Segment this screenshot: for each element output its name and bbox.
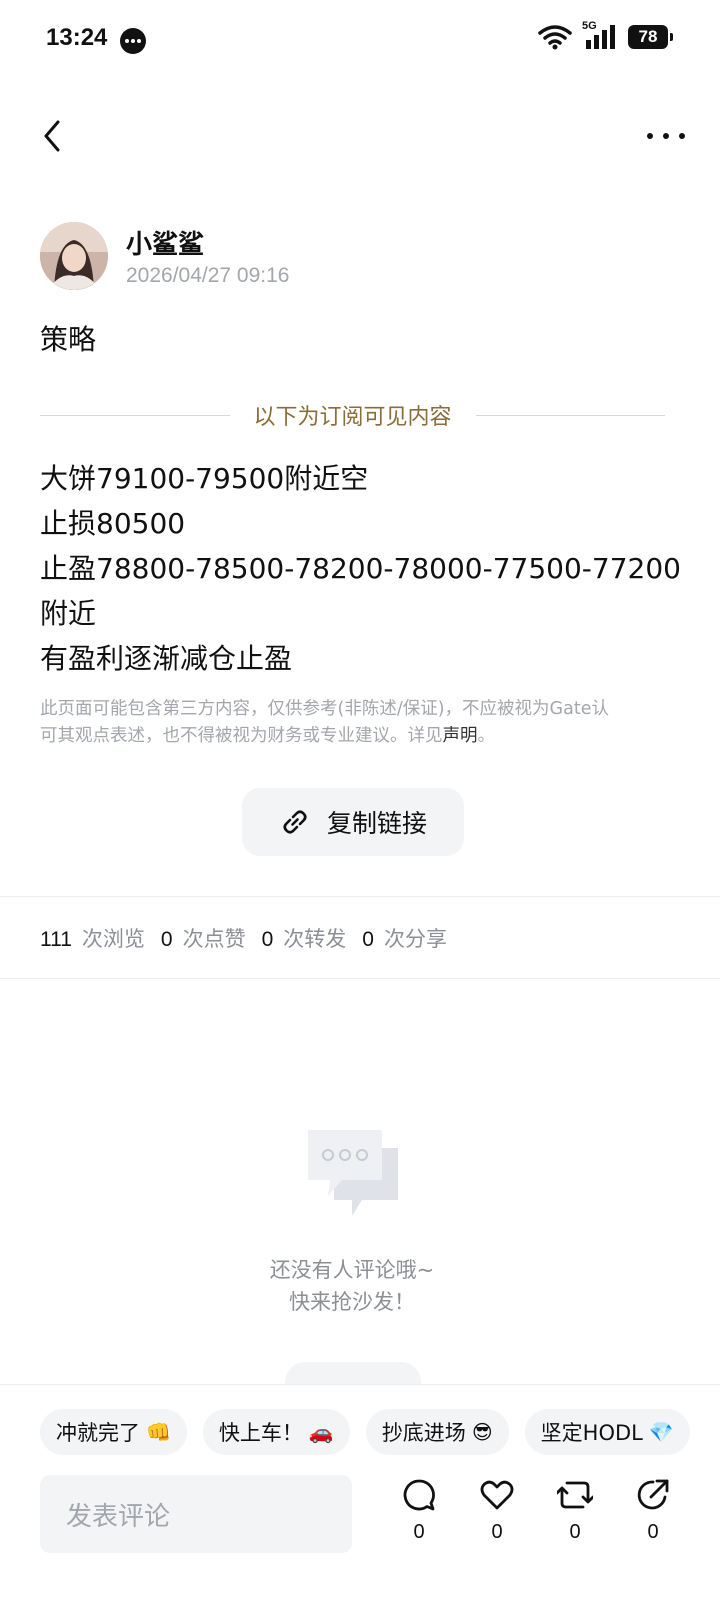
content-line: 大饼79100-79500附近空 bbox=[40, 462, 369, 495]
more-dots-icon bbox=[647, 133, 685, 139]
subscription-divider-label: 以下为订阅可见内容 bbox=[253, 405, 452, 430]
message-icon bbox=[120, 28, 146, 54]
share-button[interactable]: 0 bbox=[614, 1477, 692, 1544]
diamond-icon: 💎 bbox=[648, 1420, 674, 1444]
chip-label: 抄底进场 bbox=[381, 1421, 466, 1445]
content-line: 止盈78800-78500-78200-78000-77500-77200 bbox=[40, 552, 681, 585]
disclaimer-end: 。 bbox=[477, 726, 496, 746]
car-icon: 🚗 bbox=[308, 1420, 334, 1444]
divider-line-left bbox=[40, 414, 230, 416]
top-nav bbox=[0, 100, 720, 172]
stat-label: 次点赞 bbox=[182, 927, 246, 951]
comment-panel: 冲就完了 👊 快上车！ 🚗 抄底进场 😎 坚定HODL 💎 发表评论 0 0 0… bbox=[0, 1384, 720, 1604]
quick-reply-chip[interactable]: 冲就完了 👊 bbox=[40, 1409, 187, 1455]
avatar[interactable] bbox=[40, 222, 108, 290]
repost-count: 0 bbox=[569, 1521, 581, 1543]
chevron-left-icon bbox=[44, 120, 60, 152]
empty-comments-text: 快来抢沙发！ bbox=[289, 1290, 415, 1314]
status-indicators: 5G 78 bbox=[538, 20, 673, 50]
quick-reply-chip[interactable]: 坚定HODL 💎 bbox=[524, 1409, 690, 1455]
sunglasses-icon: 😎 bbox=[471, 1420, 493, 1444]
fist-icon: 👊 bbox=[146, 1420, 171, 1444]
like-button[interactable]: 0 bbox=[458, 1477, 536, 1544]
empty-comments-text: 还没有人评论哦~ bbox=[269, 1258, 435, 1282]
wifi-icon bbox=[538, 25, 572, 50]
battery-icon: 78 bbox=[628, 25, 673, 49]
post-actions: 0 0 0 0 bbox=[380, 1477, 692, 1544]
chip-label: 快上车！ bbox=[218, 1421, 303, 1445]
disclaimer-line: 此页面可能包含第三方内容，仅供参考(非陈述/保证)，不应被视为Gate认 bbox=[40, 699, 609, 719]
link-icon bbox=[283, 810, 307, 834]
stat-count: 111 bbox=[40, 928, 72, 951]
stat-count: 0 bbox=[160, 928, 173, 951]
content-line: 有盈利逐渐减仓止盈 bbox=[40, 642, 293, 675]
comment-icon bbox=[403, 1479, 435, 1511]
repost-button[interactable]: 0 bbox=[536, 1477, 614, 1544]
stat-label: 次分享 bbox=[383, 927, 447, 951]
stat-label: 次浏览 bbox=[81, 927, 145, 951]
share-icon bbox=[637, 1479, 669, 1510]
comment-bubble-icon bbox=[308, 1130, 398, 1216]
content-line: 附近 bbox=[40, 597, 97, 630]
stat-label: 次转发 bbox=[283, 927, 347, 951]
author-name[interactable]: 小鲨鲨 bbox=[126, 224, 204, 261]
signal-icon: 5G bbox=[582, 20, 618, 50]
divider bbox=[0, 896, 720, 897]
stat-likes: 0 次点赞 bbox=[161, 923, 246, 953]
post-stats: 111 次浏览 0 次点赞 0 次转发 0 次分享 bbox=[40, 922, 463, 954]
back-button[interactable] bbox=[30, 114, 74, 158]
post-title: 策略 bbox=[40, 323, 97, 356]
status-bar: 13:24 5G 78 bbox=[0, 0, 720, 80]
chip-label: 冲就完了 bbox=[56, 1421, 140, 1445]
stat-count: 0 bbox=[261, 928, 274, 951]
status-time: 13:24 bbox=[46, 24, 108, 51]
stat-views: 111 次浏览 bbox=[40, 923, 145, 953]
disclaimer-text: 可其观点表述，也不得被视为财务或专业建议。详见 bbox=[40, 726, 443, 746]
quick-reply-chip[interactable]: 快上车！ 🚗 bbox=[202, 1409, 350, 1455]
heart-icon bbox=[480, 1480, 514, 1510]
divider bbox=[0, 978, 720, 979]
divider-line-right bbox=[475, 414, 666, 416]
comment-input[interactable]: 发表评论 bbox=[40, 1475, 352, 1553]
stat-reposts: 0 次转发 bbox=[262, 923, 347, 953]
like-count: 0 bbox=[491, 1521, 503, 1543]
quick-reply-chip[interactable]: 抄底进场 😎 bbox=[365, 1409, 509, 1455]
content-line: 止损80500 bbox=[40, 507, 186, 540]
comment-button[interactable]: 0 bbox=[380, 1477, 458, 1544]
disclaimer-link[interactable]: 声明 bbox=[443, 726, 478, 746]
repost-icon bbox=[557, 1481, 593, 1509]
disclaimer-line: 可其观点表述，也不得被视为财务或专业建议。详见声明。 bbox=[40, 723, 670, 750]
copy-link-label: 复制链接 bbox=[326, 809, 427, 838]
quick-replies: 冲就完了 👊 快上车！ 🚗 抄底进场 😎 坚定HODL 💎 bbox=[40, 1409, 690, 1455]
share-count: 0 bbox=[647, 1521, 659, 1543]
comment-count: 0 bbox=[413, 1521, 425, 1543]
stat-shares: 0 次分享 bbox=[362, 923, 447, 953]
more-button[interactable] bbox=[638, 114, 694, 158]
post-content: 大饼79100-79500附近空 止损80500 止盈78800-78500-7… bbox=[40, 456, 681, 681]
copy-link-button[interactable]: 复制链接 bbox=[242, 788, 464, 856]
post-timestamp: 2026/04/27 09:16 bbox=[126, 264, 290, 287]
stat-count: 0 bbox=[362, 928, 374, 951]
subscription-divider: 以下为订阅可见内容 bbox=[40, 400, 666, 430]
author-block: 小鲨鲨 2026/04/27 09:16 bbox=[40, 222, 680, 292]
disclaimer: 此页面可能包含第三方内容，仅供参考(非陈述/保证)，不应被视为Gate认 可其观… bbox=[40, 696, 670, 750]
chip-label: 坚定HODL bbox=[540, 1421, 643, 1445]
